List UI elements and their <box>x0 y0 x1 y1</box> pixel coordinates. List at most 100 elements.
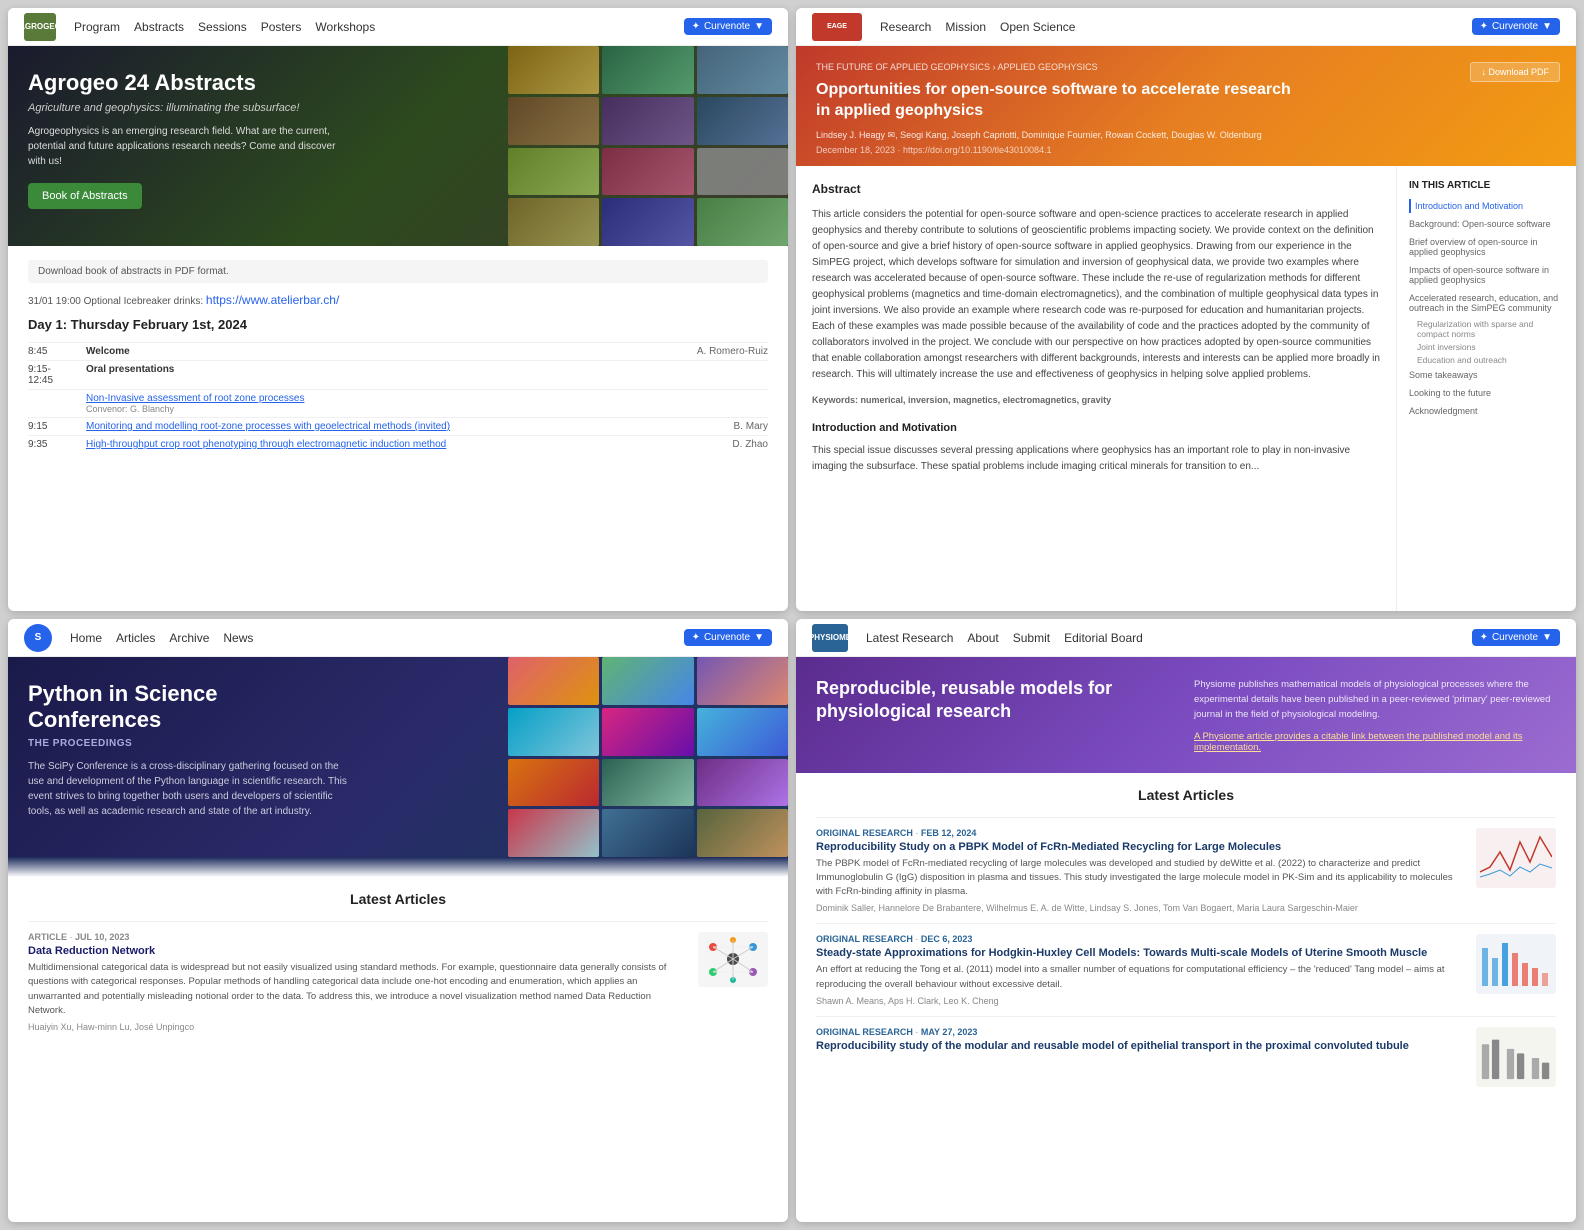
curvenote-menu-icon[interactable]: ▼ <box>1542 632 1552 643</box>
p2-date: December 18, 2023 · https://doi.org/10.1… <box>816 145 1556 155</box>
p4-hero-link[interactable]: A Physiome article provides a citable li… <box>1194 731 1556 753</box>
p1-schedule-row-4: 9:35 High-throughput crop root phenotypi… <box>28 435 768 453</box>
panel-python-science: S Home Articles Archive News ✦ Curvenote… <box>8 619 788 1222</box>
p4-nav-about[interactable]: About <box>967 631 998 645</box>
book-of-abstracts-button[interactable]: Book of Abstracts <box>28 183 142 209</box>
p3-content: Latest Articles Article · Jul 10, 2023 D… <box>8 877 788 1222</box>
p1-nav-posters[interactable]: Posters <box>261 20 302 34</box>
p3-thumb-10 <box>508 809 599 857</box>
p1-schedule-row-1: 9:15-12:45 Oral presentations <box>28 360 768 389</box>
p2-toc-item-3[interactable]: Impacts of open-source software in appli… <box>1409 263 1564 287</box>
p3-thumb-7 <box>508 759 599 807</box>
p1-thumb-5 <box>602 97 693 145</box>
p1-curvenote-badge[interactable]: ✦ Curvenote ▼ <box>684 18 772 35</box>
p4-article-thumb-1 <box>1476 934 1556 994</box>
p2-toc-item-10[interactable]: Acknowledgment <box>1409 404 1564 418</box>
root-zone-link[interactable]: Non-Invasive assessment of root zone pro… <box>86 393 304 404</box>
p4-latest-title: Latest Articles <box>816 787 1556 803</box>
p2-toc-item-1[interactable]: Background: Open-source software <box>1409 217 1564 231</box>
p1-nav-sessions[interactable]: Sessions <box>198 20 247 34</box>
p3-article-title-0[interactable]: Data Reduction Network <box>28 945 686 957</box>
p2-download-btn[interactable]: ↓ Download PDF <box>1470 62 1560 82</box>
curvenote-menu-icon[interactable]: ▼ <box>1542 21 1552 32</box>
p4-article-title-0[interactable]: Reproducibility Study on a PBPK Model of… <box>816 841 1464 853</box>
atelierbar-link[interactable]: https://www.atelierbar.ch/ <box>206 293 339 307</box>
p3-latest-title: Latest Articles <box>28 891 768 907</box>
p2-nav-research[interactable]: Research <box>880 20 931 34</box>
p4-article-meta-0: Original Research · Feb 12, 2024 <box>816 828 1464 838</box>
curvenote-icon: ✦ <box>1480 632 1488 643</box>
p3-hero-desc: The SciPy Conference is a cross-discipli… <box>28 759 348 819</box>
curvenote-menu-icon[interactable]: ▼ <box>754 632 764 643</box>
monitoring-link[interactable]: Monitoring and modelling root-zone proce… <box>86 421 680 432</box>
p2-toc-item-8[interactable]: Some takeaways <box>1409 368 1564 382</box>
p3-thumb-6 <box>697 708 788 756</box>
p4-navbar: PHYSIOME Latest Research About Submit Ed… <box>796 619 1576 657</box>
p2-body: Abstract This article considers the pote… <box>796 166 1576 611</box>
p1-thumb-2 <box>602 46 693 94</box>
p4-article-authors-1: Shawn A. Means, Aps H. Clark, Leo K. Che… <box>816 996 1464 1006</box>
p3-nav-news[interactable]: News <box>223 631 253 645</box>
p4-article-body-2: Original Research · May 27, 2023 Reprodu… <box>816 1027 1464 1056</box>
p1-hero: Agrogeo 24 Abstracts Agriculture and geo… <box>8 46 788 246</box>
p2-nav-mission[interactable]: Mission <box>945 20 986 34</box>
p2-toc-item-2[interactable]: Brief overview of open-source in applied… <box>1409 235 1564 259</box>
p1-logo[interactable]: AGROGEO <box>24 13 56 41</box>
p1-hero-content: Agrogeo 24 Abstracts Agriculture and geo… <box>28 70 348 209</box>
p4-nav-latest[interactable]: Latest Research <box>866 631 953 645</box>
highthroughput-link[interactable]: High-throughput crop root phenotyping th… <box>86 439 680 450</box>
p4-article-authors-0: Dominik Saller, Hannelore De Brabantere,… <box>816 903 1464 913</box>
p2-toc-sub-7[interactable]: Education and outreach <box>1417 355 1564 365</box>
p4-hero: Reproducible, reusable models for physio… <box>796 657 1576 773</box>
p2-toc-sub-5[interactable]: Regularization with sparse and compact n… <box>1417 319 1564 339</box>
p1-thumb-8 <box>602 148 693 196</box>
p2-curvenote-badge[interactable]: ✦ Curvenote ▼ <box>1472 18 1560 35</box>
p1-thumb-12 <box>697 198 788 246</box>
p1-hero-subtitle: Agriculture and geophysics: illuminating… <box>28 102 348 114</box>
panel-applied-geophysics: EAGE Research Mission Open Science ✦ Cur… <box>796 8 1576 611</box>
p4-nav-links: Latest Research About Submit Editorial B… <box>866 631 1454 645</box>
p4-curvenote-badge[interactable]: ✦ Curvenote ▼ <box>1472 629 1560 646</box>
curvenote-menu-icon[interactable]: ▼ <box>754 21 764 32</box>
p1-nav-workshops[interactable]: Workshops <box>315 20 375 34</box>
p2-toc-sub-6[interactable]: Joint inversions <box>1417 342 1564 352</box>
p1-nav-abstracts[interactable]: Abstracts <box>134 20 184 34</box>
p2-toc-label: IN THIS ARTICLE <box>1409 180 1564 191</box>
p3-nav-archive[interactable]: Archive <box>169 631 209 645</box>
p3-article-desc-0: Multidimensional categorical data is wid… <box>28 961 686 1018</box>
p4-article-title-2[interactable]: Reproducibility study of the modular and… <box>816 1040 1464 1052</box>
p2-article-title: Opportunities for open-source software t… <box>816 80 1296 122</box>
p2-sidebar: IN THIS ARTICLE Introduction and Motivat… <box>1396 166 1576 611</box>
p3-article-thumb-0 <box>698 932 768 987</box>
p4-hero-left: Reproducible, reusable models for physio… <box>816 677 1178 753</box>
p4-article-title-1[interactable]: Steady-state Approximations for Hodgkin-… <box>816 947 1464 959</box>
p3-thumb-3 <box>697 657 788 705</box>
p2-toc-item-9[interactable]: Looking to the future <box>1409 386 1564 400</box>
p2-nav-openscience[interactable]: Open Science <box>1000 20 1075 34</box>
p4-article-card-0: Original Research · Feb 12, 2024 Reprodu… <box>816 817 1556 924</box>
p4-nav-submit[interactable]: Submit <box>1013 631 1050 645</box>
p3-nav-articles[interactable]: Articles <box>116 631 155 645</box>
p3-nav-links: Home Articles Archive News <box>70 631 666 645</box>
p3-hero-content: Python in Science Conferences THE PROCEE… <box>28 681 348 819</box>
p2-toc-item-0[interactable]: Introduction and Motivation <box>1409 199 1564 213</box>
p2-breadcrumb: THE FUTURE OF APPLIED GEOPHYSICS › APPLI… <box>816 62 1556 72</box>
p3-hero-thumbnails <box>508 657 788 857</box>
p1-nav-program[interactable]: Program <box>74 20 120 34</box>
p2-toc-item-4[interactable]: Accelerated research, education, and out… <box>1409 291 1564 315</box>
p3-nav-home[interactable]: Home <box>70 631 102 645</box>
p3-thumb-1 <box>508 657 599 705</box>
p1-convenor: Convenor: G. Blanchy <box>86 404 304 414</box>
p2-keywords: Keywords: numerical, inversion, magnetic… <box>812 393 1380 407</box>
p4-logo[interactable]: PHYSIOME <box>812 624 848 652</box>
panel-agrogeo: AGROGEO Program Abstracts Sessions Poste… <box>8 8 788 611</box>
p2-logo[interactable]: EAGE <box>812 13 862 41</box>
p4-nav-editorial[interactable]: Editorial Board <box>1064 631 1143 645</box>
p3-wave <box>8 857 788 877</box>
p3-logo[interactable]: S <box>24 624 52 652</box>
p1-thumb-10 <box>508 198 599 246</box>
p4-article-body-0: Original Research · Feb 12, 2024 Reprodu… <box>816 828 1464 914</box>
p3-curvenote-badge[interactable]: ✦ Curvenote ▼ <box>684 629 772 646</box>
p1-download-text: Download book of abstracts in PDF format… <box>28 260 768 283</box>
p4-article-thumb-0 <box>1476 828 1556 888</box>
